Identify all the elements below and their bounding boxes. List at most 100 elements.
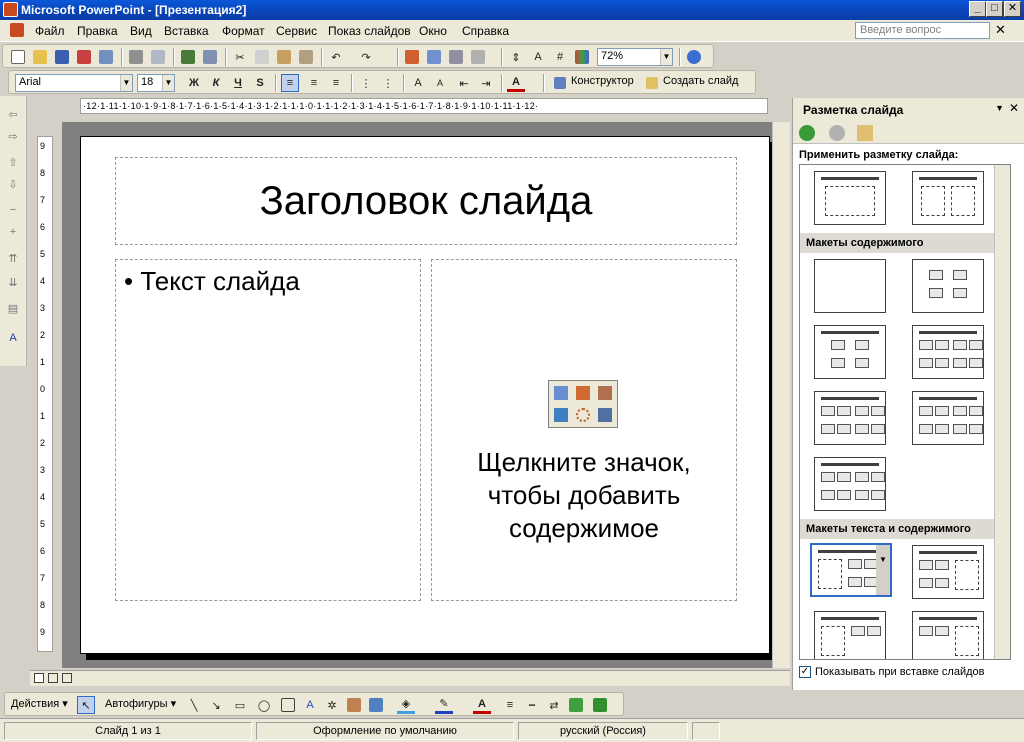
layout-two-columns[interactable] <box>912 171 984 225</box>
insert-clipart-icon[interactable] <box>598 386 612 400</box>
insert-table-icon[interactable] <box>554 386 568 400</box>
line-color-icon[interactable]: ✎ <box>435 696 453 714</box>
expand-icon[interactable]: + <box>5 226 21 242</box>
font-select[interactable]: Arial ▼ <box>15 74 133 92</box>
bold-button[interactable]: Ж <box>185 74 203 92</box>
layout-blank[interactable] <box>814 259 886 313</box>
permission-icon[interactable] <box>75 48 93 66</box>
layout-title-two-content[interactable] <box>912 325 984 379</box>
arrow-style-icon[interactable]: ⇄ <box>545 696 563 714</box>
chevron-down-icon[interactable]: ▼ <box>995 103 1004 113</box>
decrease-indent-icon[interactable]: ⇤ <box>455 74 473 92</box>
layout-title-2-content-content[interactable] <box>912 391 984 445</box>
slideshow-icon[interactable] <box>62 673 72 683</box>
fill-color-icon[interactable]: ◈ <box>397 696 415 714</box>
select-pointer-icon[interactable]: ↖ <box>77 696 95 714</box>
vertical-scrollbar[interactable] <box>772 122 790 668</box>
designer-icon[interactable] <box>551 74 569 92</box>
title-placeholder[interactable]: Заголовок слайда <box>115 157 737 245</box>
increase-font-icon[interactable]: A <box>409 74 427 92</box>
undo-icon[interactable]: ↶ <box>327 48 345 66</box>
rectangle-icon[interactable]: ▭ <box>231 696 249 714</box>
copy-icon[interactable] <box>253 48 271 66</box>
tables-borders-icon[interactable] <box>447 48 465 66</box>
checkbox-checked-icon[interactable]: ✓ <box>799 666 811 679</box>
layout-content[interactable] <box>912 259 984 313</box>
horizontal-scrollbar[interactable] <box>30 670 790 686</box>
close-icon[interactable]: ✕ <box>1009 101 1019 115</box>
decrease-font-icon[interactable]: A <box>431 74 449 92</box>
insert-table-icon[interactable] <box>425 48 443 66</box>
content-placeholder[interactable]: Щелкните значок, чтобы добавить содержим… <box>431 259 737 601</box>
line-icon[interactable]: ╲ <box>185 696 203 714</box>
move-down-icon[interactable]: ⇩ <box>5 178 21 194</box>
document-icon[interactable] <box>10 23 24 37</box>
insert-diagram-icon[interactable] <box>576 408 590 422</box>
picture-icon[interactable] <box>367 696 385 714</box>
help-search-input[interactable]: Введите вопрос <box>855 22 990 39</box>
wordart-icon[interactable]: A <box>301 696 319 714</box>
forward-icon[interactable] <box>829 125 845 141</box>
diagram-icon[interactable]: ✲ <box>323 696 341 714</box>
show-formatting-icon[interactable]: A <box>5 332 21 348</box>
zoom-select[interactable]: 72% ▼ <box>597 48 673 66</box>
menu-help[interactable]: Справка <box>462 24 509 38</box>
insert-media-icon[interactable] <box>598 408 612 422</box>
task-pane-scrollbar[interactable] <box>994 165 1010 659</box>
menu-tools[interactable]: Сервис <box>276 24 317 38</box>
align-right-icon[interactable]: ≡ <box>327 74 345 92</box>
align-center-icon[interactable]: ≡ <box>305 74 323 92</box>
menu-file[interactable]: Файл <box>35 24 65 38</box>
layout-title-text-2-content[interactable] <box>814 611 886 659</box>
align-left-icon[interactable]: ≡ <box>281 74 299 92</box>
underline-button[interactable]: Ч <box>229 74 247 92</box>
insert-picture-icon[interactable] <box>554 408 568 422</box>
font-color-icon[interactable]: A <box>473 696 491 714</box>
dash-style-icon[interactable]: ┅ <box>523 696 541 714</box>
slide-sorter-icon[interactable] <box>48 673 58 683</box>
show-on-insert-option[interactable]: ✓ Показывать при вставке слайдов <box>799 666 985 679</box>
color-grayscale-icon[interactable] <box>573 48 591 66</box>
insert-diagram-icon[interactable] <box>469 48 487 66</box>
email-icon[interactable] <box>97 48 115 66</box>
3d-style-icon[interactable] <box>591 696 609 714</box>
clipart-icon[interactable] <box>345 696 363 714</box>
document-close-icon[interactable]: ✕ <box>995 22 1006 38</box>
back-icon[interactable] <box>799 125 815 141</box>
slide-canvas[interactable]: Заголовок слайда • Текст слайда Щелкните… <box>80 136 770 654</box>
numbering-icon[interactable]: ⋮ <box>357 74 375 92</box>
font-color-icon[interactable]: A <box>507 74 525 92</box>
layout-title-content-text[interactable] <box>912 545 984 599</box>
print-icon[interactable] <box>127 48 145 66</box>
layout-title-text-content-selected[interactable]: ▼ <box>810 543 892 597</box>
designer-button[interactable]: Конструктор <box>571 75 634 87</box>
textbox-icon[interactable] <box>279 696 297 714</box>
demote-icon[interactable]: ⇨ <box>5 130 21 146</box>
new-slide-icon[interactable] <box>643 74 661 92</box>
oval-icon[interactable]: ◯ <box>255 696 273 714</box>
menu-window[interactable]: Окно <box>419 24 447 38</box>
print-preview-icon[interactable] <box>149 48 167 66</box>
expand-all-icon[interactable]: ⇕ <box>507 48 525 66</box>
increase-indent-icon[interactable]: ⇥ <box>477 74 495 92</box>
insert-chart-icon[interactable] <box>403 48 421 66</box>
promote-icon[interactable]: ⇦ <box>5 108 21 124</box>
text-placeholder[interactable]: • Текст слайда <box>115 259 421 601</box>
menu-edit[interactable]: Правка <box>77 24 118 38</box>
line-style-icon[interactable]: ≡ <box>501 696 519 714</box>
redo-icon[interactable]: ↷ <box>357 48 375 66</box>
spelling-icon[interactable] <box>179 48 197 66</box>
menu-slideshow[interactable]: Показ слайдов <box>328 24 411 38</box>
minimize-button[interactable]: _ <box>969 1 986 17</box>
move-up-icon[interactable]: ⇧ <box>5 156 21 172</box>
expand-all-icon[interactable]: ⇊ <box>5 276 21 292</box>
cut-icon[interactable]: ✂ <box>231 48 249 66</box>
home-icon[interactable] <box>857 125 873 141</box>
layout-title-4-content[interactable] <box>814 457 886 511</box>
italic-button[interactable]: К <box>207 74 225 92</box>
layout-title-2-content-text[interactable] <box>912 611 984 659</box>
show-formatting-icon[interactable]: A <box>529 48 547 66</box>
menu-format[interactable]: Формат <box>222 24 265 38</box>
layout-title-content-2-content[interactable] <box>814 391 886 445</box>
open-icon[interactable] <box>31 48 49 66</box>
